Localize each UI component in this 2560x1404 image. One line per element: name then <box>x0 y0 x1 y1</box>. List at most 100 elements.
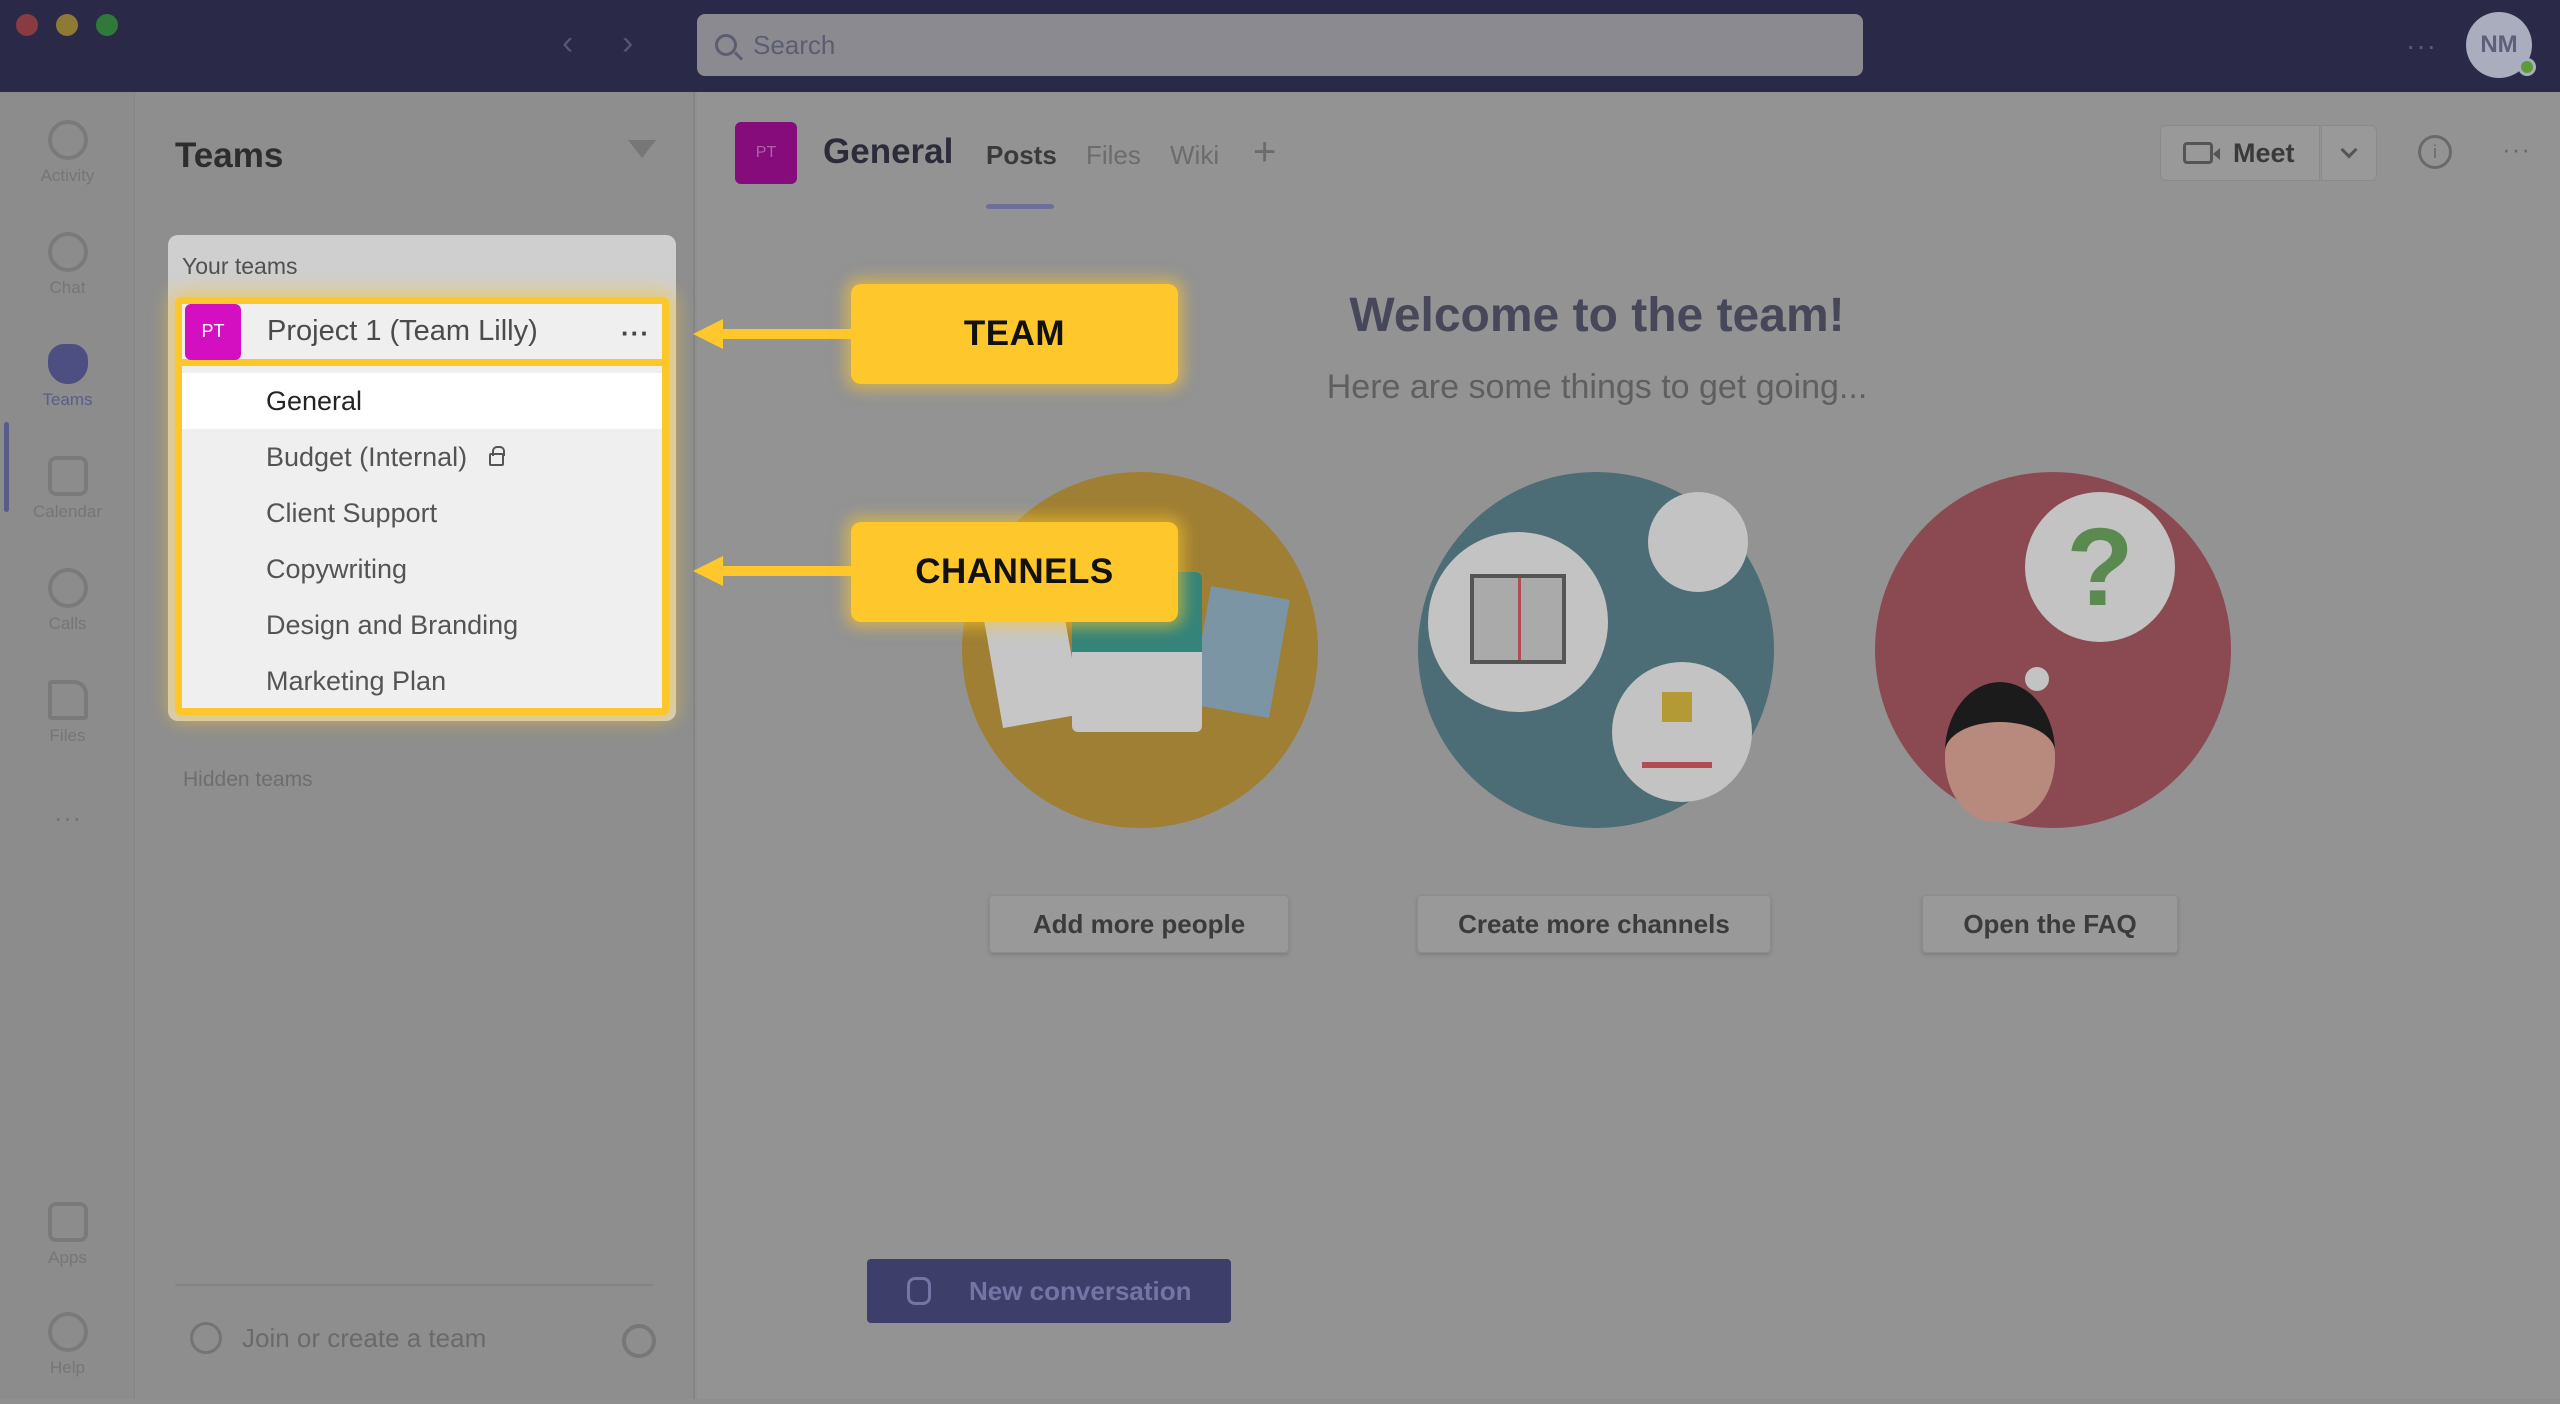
rail-item-calendar[interactable]: Calendar <box>0 448 135 548</box>
minimize-window-button[interactable] <box>56 14 78 36</box>
user-avatar[interactable]: NM <box>2466 12 2536 78</box>
create-more-channels-button[interactable]: Create more channels <box>1417 895 1771 953</box>
more-options-icon[interactable]: ··· <box>2502 134 2531 165</box>
join-create-team-button[interactable]: Join or create a team <box>190 1322 486 1354</box>
channel-item-design-and-branding[interactable]: Design and Branding <box>182 597 662 653</box>
faq-illustration: ? <box>1875 472 2231 828</box>
presence-available-icon <box>2518 58 2536 76</box>
add-more-people-button[interactable]: Add more people <box>989 895 1289 953</box>
arrowhead <box>693 556 723 586</box>
add-tab-icon[interactable]: + <box>1253 130 1276 175</box>
rail-label: Calls <box>48 614 87 633</box>
person-card <box>1190 585 1290 719</box>
panel-title: Teams <box>175 136 284 175</box>
people-add-icon <box>190 1322 222 1354</box>
channel-name: Design and Branding <box>266 609 519 640</box>
info-icon[interactable]: i <box>2418 135 2452 169</box>
rail-item-activity[interactable]: Activity <box>0 112 135 212</box>
team-avatar: PT <box>185 303 241 360</box>
rail-item-help[interactable]: Help <box>0 1304 135 1404</box>
tab-files[interactable]: Files <box>1086 140 1141 171</box>
channel-name: Copywriting <box>266 553 408 584</box>
book-icon <box>1470 574 1566 664</box>
your-teams-label: Your teams <box>182 253 298 279</box>
highlight-frame: PT Project 1 (Team Lilly) ··· General Bu… <box>175 297 669 715</box>
rail-label: Files <box>49 726 86 745</box>
chevron-down-icon <box>2340 141 2358 159</box>
file-icon <box>47 680 88 720</box>
channel-name: General <box>266 385 363 416</box>
teams-icon <box>47 344 88 384</box>
search-icon <box>715 34 737 56</box>
calendar-icon <box>47 456 88 496</box>
channel-item-marketing-plan[interactable]: Marketing Plan <box>182 653 662 709</box>
divider <box>175 1284 653 1286</box>
channels-arrow-icon <box>693 556 853 586</box>
rail-item-files[interactable]: Files <box>0 672 135 772</box>
channel-item-copywriting[interactable]: Copywriting <box>182 541 662 597</box>
tab-wiki[interactable]: Wiki <box>1170 140 1219 171</box>
compose-icon <box>907 1277 931 1305</box>
forward-arrow-icon[interactable]: › <box>622 26 633 60</box>
rail-label: Chat <box>49 278 86 297</box>
team-name: Project 1 (Team Lilly) <box>267 315 538 347</box>
rail-label: Apps <box>48 1248 87 1267</box>
app-rail: Activity Chat Teams Calendar Calls Files… <box>0 92 135 1399</box>
arrow-shaft <box>721 329 853 339</box>
channel-item-budget-internal[interactable]: Budget (Internal) <box>182 429 662 485</box>
channel-item-general[interactable]: General <box>182 373 662 429</box>
rail-item-calls[interactable]: Calls <box>0 560 135 660</box>
person-face <box>1945 682 2055 822</box>
rail-item-chat[interactable]: Chat <box>0 224 135 324</box>
help-icon <box>47 1312 88 1352</box>
more-apps-icon[interactable]: ··· <box>0 802 135 834</box>
rail-label: Help <box>50 1358 85 1377</box>
rail-item-teams[interactable]: Teams <box>0 336 135 436</box>
apps-icon <box>47 1202 88 1242</box>
title-bar: ‹ › Search ··· NM <box>0 0 2560 92</box>
bell-icon <box>47 120 88 160</box>
back-arrow-icon[interactable]: ‹ <box>562 26 573 60</box>
join-create-label: Join or create a team <box>242 1322 487 1353</box>
meet-button[interactable]: Meet <box>2160 125 2320 181</box>
search-input[interactable]: Search <box>697 14 1863 76</box>
rail-label: Teams <box>42 390 93 409</box>
hidden-teams-label[interactable]: Hidden teams <box>183 768 313 792</box>
more-options-icon[interactable]: ··· <box>2406 30 2437 62</box>
active-tab-underline <box>986 204 1054 209</box>
channels-callout: CHANNELS <box>851 522 1178 622</box>
search-placeholder: Search <box>753 29 836 60</box>
team-more-options-icon[interactable]: ··· <box>621 318 650 349</box>
teams-app-window: ‹ › Search ··· NM Activity Chat Teams Ca… <box>0 0 2560 1399</box>
lock-icon <box>489 445 506 466</box>
team-callout: TEAM <box>851 284 1178 384</box>
maximize-window-button[interactable] <box>96 14 118 36</box>
channel-name: Client Support <box>266 497 438 528</box>
chat-icon <box>47 232 88 272</box>
meet-dropdown-button[interactable] <box>2321 125 2377 181</box>
avatar-initials: NM <box>2480 31 2518 58</box>
filter-icon[interactable] <box>628 140 656 158</box>
rail-label: Calendar <box>33 502 102 521</box>
channel-title: General <box>823 132 954 171</box>
open-faq-button[interactable]: Open the FAQ <box>1922 895 2178 953</box>
new-conversation-button[interactable]: New conversation <box>867 1259 1231 1323</box>
arrow-shaft <box>721 566 853 576</box>
close-window-button[interactable] <box>16 14 38 36</box>
video-camera-icon <box>2183 142 2220 164</box>
thought-bubble <box>1612 662 1752 802</box>
channel-item-client-support[interactable]: Client Support <box>182 485 662 541</box>
meet-label: Meet <box>2233 137 2295 168</box>
gear-icon[interactable] <box>622 1324 656 1358</box>
thought-dot <box>2025 667 2049 691</box>
thought-bubble <box>1648 492 1748 592</box>
phone-icon <box>47 568 88 608</box>
channel-name: Budget (Internal) <box>266 441 468 472</box>
thought-bubble <box>1428 532 1608 712</box>
team-item[interactable]: PT Project 1 (Team Lilly) ··· <box>182 303 662 366</box>
new-conversation-label: New conversation <box>969 1275 1192 1306</box>
team-arrow-icon <box>693 319 853 349</box>
arrowhead <box>693 319 723 349</box>
tab-posts[interactable]: Posts <box>986 140 1057 171</box>
rail-item-apps[interactable]: Apps <box>0 1194 135 1294</box>
